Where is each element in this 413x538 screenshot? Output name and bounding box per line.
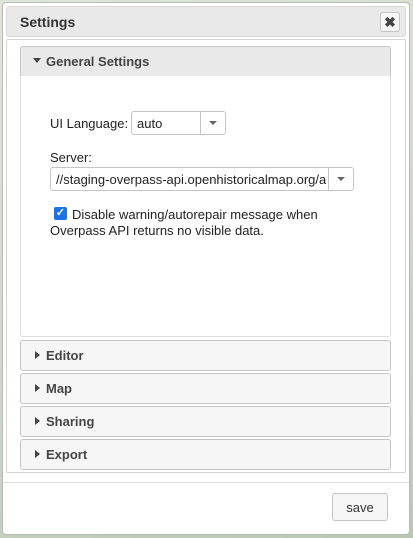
chevron-right-icon	[35, 417, 40, 425]
chevron-down-icon	[33, 58, 41, 63]
section-label-general: General Settings	[46, 54, 150, 69]
section-label-export: Export	[46, 447, 88, 462]
section-header-editor[interactable]: Editor	[20, 340, 391, 371]
section-header-export[interactable]: Export	[20, 439, 391, 470]
server-select[interactable]: //staging-overpass-api.openhistoricalmap…	[50, 167, 354, 191]
chevron-right-icon	[35, 351, 40, 359]
section-header-sharing[interactable]: Sharing	[20, 406, 391, 437]
section-header-general[interactable]: General Settings	[20, 46, 391, 77]
server-value: //staging-overpass-api.openhistoricalmap…	[56, 172, 326, 187]
section-header-map[interactable]: Map	[20, 373, 391, 404]
dialog-title: Settings	[20, 14, 76, 30]
chevron-right-icon	[35, 384, 40, 392]
section-label-map: Map	[46, 381, 72, 396]
chevron-down-icon	[209, 121, 217, 125]
ui-language-select[interactable]: auto	[131, 111, 226, 135]
footer-divider	[3, 482, 409, 483]
settings-dialog: Settings ✖ General Settings UI Language:…	[2, 2, 410, 535]
save-button[interactable]: save	[332, 493, 388, 521]
disable-warning-label: Disable warning/autorepair message when …	[50, 207, 318, 238]
ui-language-value: auto	[137, 116, 163, 131]
server-label: Server:	[50, 150, 92, 165]
ui-language-label: UI Language:	[50, 116, 129, 131]
dropdown-button[interactable]	[328, 168, 353, 190]
chevron-down-icon	[337, 177, 345, 181]
dialog-content: General Settings UI Language: auto Serve…	[6, 39, 406, 473]
dialog-titlebar[interactable]: Settings ✖	[6, 6, 406, 37]
close-icon: ✖	[384, 14, 396, 30]
section-label-editor: Editor	[46, 348, 84, 363]
chevron-right-icon	[35, 450, 40, 458]
close-button[interactable]: ✖	[380, 12, 400, 32]
general-settings-panel: UI Language: auto Server: //staging-over…	[20, 76, 391, 337]
dropdown-button[interactable]	[200, 112, 225, 134]
section-label-sharing: Sharing	[46, 414, 95, 429]
